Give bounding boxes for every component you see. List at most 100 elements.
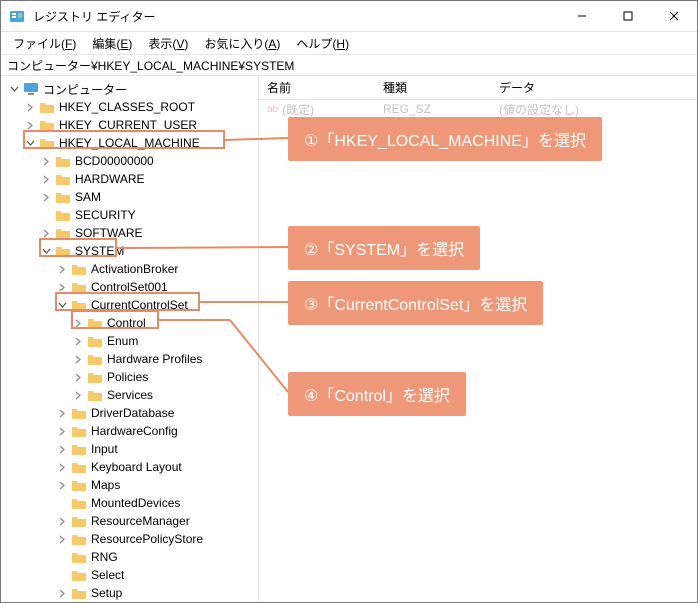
tree-item-hklm[interactable]: HKEY_LOCAL_MACHINE xyxy=(3,134,256,152)
chevron-right-icon[interactable] xyxy=(71,391,85,400)
tree-item-control[interactable]: Control xyxy=(3,314,256,332)
chevron-right-icon[interactable] xyxy=(55,589,69,598)
chevron-down-icon[interactable] xyxy=(39,247,53,256)
tree-item-enum[interactable]: Enum xyxy=(3,332,256,350)
chevron-right-icon[interactable] xyxy=(55,427,69,436)
tree-item-mounteddevices[interactable]: MountedDevices xyxy=(3,494,256,512)
titlebar[interactable]: レジストリ エディター xyxy=(1,1,697,32)
tree-item-keyboardlayout[interactable]: Keyboard Layout xyxy=(3,458,256,476)
chevron-right-icon[interactable] xyxy=(55,265,69,274)
folder-icon xyxy=(71,586,87,600)
tree-item-controlset001[interactable]: ControlSet001 xyxy=(3,278,256,296)
window-title: レジストリ エディター xyxy=(33,8,559,25)
tree-root[interactable]: コンピューター xyxy=(3,80,256,98)
chevron-right-icon[interactable] xyxy=(39,175,53,184)
menu-edit[interactable]: 編集(E) xyxy=(84,33,140,54)
tree-item-sam[interactable]: SAM xyxy=(3,188,256,206)
tree-label: ResourcePolicyStore xyxy=(91,532,203,546)
folder-icon xyxy=(71,496,87,510)
tree-item-rng[interactable]: RNG xyxy=(3,548,256,566)
chevron-right-icon[interactable] xyxy=(23,121,37,130)
folder-icon xyxy=(71,550,87,564)
chevron-right-icon[interactable] xyxy=(55,481,69,490)
tree-item-resourcemanager[interactable]: ResourceManager xyxy=(3,512,256,530)
menu-file[interactable]: ファイル(F) xyxy=(5,33,84,54)
chevron-right-icon[interactable] xyxy=(39,193,53,202)
tree-label: DriverDatabase xyxy=(91,406,174,420)
tree-label: HKEY_CURRENT_USER xyxy=(59,118,197,132)
chevron-down-icon[interactable] xyxy=(55,301,69,310)
tree-item-driverdatabase[interactable]: DriverDatabase xyxy=(3,404,256,422)
chevron-right-icon[interactable] xyxy=(71,319,85,328)
close-button[interactable] xyxy=(651,1,697,31)
tree-label: MountedDevices xyxy=(91,496,180,510)
chevron-right-icon[interactable] xyxy=(71,355,85,364)
tree-item-maps[interactable]: Maps xyxy=(3,476,256,494)
chevron-right-icon[interactable] xyxy=(55,517,69,526)
chevron-right-icon[interactable] xyxy=(23,103,37,112)
folder-icon xyxy=(39,100,55,114)
tree-label: Policies xyxy=(107,370,148,384)
tree-item-hardwareconfig[interactable]: HardwareConfig xyxy=(3,422,256,440)
folder-icon xyxy=(71,424,87,438)
tree-item-hardware[interactable]: HARDWARE xyxy=(3,170,256,188)
col-header-name[interactable]: 名前 xyxy=(259,79,375,96)
chevron-down-icon[interactable] xyxy=(23,139,37,148)
chevron-right-icon[interactable] xyxy=(39,157,53,166)
chevron-right-icon[interactable] xyxy=(55,535,69,544)
tree-item-currentcontrolset[interactable]: CurrentControlSet xyxy=(3,296,256,314)
menu-help[interactable]: ヘルプ(H) xyxy=(288,33,357,54)
chevron-right-icon[interactable] xyxy=(55,283,69,292)
col-header-data[interactable]: データ xyxy=(491,79,697,96)
folder-icon xyxy=(71,568,87,582)
tree-label: Setup xyxy=(91,586,122,600)
tree-item-hkcr[interactable]: HKEY_CLASSES_ROOT xyxy=(3,98,256,116)
tree-panel[interactable]: コンピューター HKEY_CLASSES_ROOT HKEY_CURRENT_U… xyxy=(1,76,259,602)
computer-icon xyxy=(23,82,39,96)
folder-icon xyxy=(71,442,87,456)
chevron-right-icon[interactable] xyxy=(55,445,69,454)
chevron-right-icon[interactable] xyxy=(71,373,85,382)
maximize-button[interactable] xyxy=(605,1,651,31)
minimize-button[interactable] xyxy=(559,1,605,31)
tree-item-policies[interactable]: Policies xyxy=(3,368,256,386)
col-header-type[interactable]: 種類 xyxy=(375,79,491,96)
chevron-right-icon[interactable] xyxy=(71,337,85,346)
chevron-down-icon[interactable] xyxy=(7,85,21,94)
tree-item-resourcepolicystore[interactable]: ResourcePolicyStore xyxy=(3,530,256,548)
tree-item-security[interactable]: SECURITY xyxy=(3,206,256,224)
window-controls xyxy=(559,1,697,31)
tree-item-system[interactable]: SYSTEM xyxy=(3,242,256,260)
folder-icon xyxy=(55,190,71,204)
tree-item-bcd[interactable]: BCD00000000 xyxy=(3,152,256,170)
tree-item-services[interactable]: Services xyxy=(3,386,256,404)
tree-label: ControlSet001 xyxy=(91,280,168,294)
menu-view[interactable]: 表示(V) xyxy=(140,33,196,54)
string-value-icon: ab xyxy=(267,104,278,115)
folder-icon xyxy=(55,226,71,240)
tree-item-setup[interactable]: Setup xyxy=(3,584,256,602)
chevron-right-icon[interactable] xyxy=(39,229,53,238)
menu-favorites[interactable]: お気に入り(A) xyxy=(196,33,288,54)
tree-label: Maps xyxy=(91,478,120,492)
list-header: 名前 種類 データ xyxy=(259,76,697,100)
folder-icon xyxy=(71,478,87,492)
folder-icon xyxy=(71,406,87,420)
tree-item-select[interactable]: Select xyxy=(3,566,256,584)
chevron-right-icon[interactable] xyxy=(55,409,69,418)
callout-2: ②「SYSTEM」を選択 xyxy=(288,226,480,270)
tree-item-hkcu[interactable]: HKEY_CURRENT_USER xyxy=(3,116,256,134)
folder-icon xyxy=(55,208,71,222)
chevron-right-icon[interactable] xyxy=(55,463,69,472)
tree-item-activationbroker[interactable]: ActivationBroker xyxy=(3,260,256,278)
tree-label: Control xyxy=(107,316,146,330)
folder-icon xyxy=(39,118,55,132)
tree-label: ResourceManager xyxy=(91,514,190,528)
tree-label: HKEY_CLASSES_ROOT xyxy=(59,100,195,114)
addressbar[interactable]: コンピューター¥HKEY_LOCAL_MACHINE¥SYSTEM xyxy=(1,54,697,76)
list-row[interactable]: ab(既定) REG_SZ (値の設定なし) xyxy=(259,100,697,118)
tree-item-input[interactable]: Input xyxy=(3,440,256,458)
tree-label: SAM xyxy=(75,190,101,204)
tree-item-hardwareprofiles[interactable]: Hardware Profiles xyxy=(3,350,256,368)
tree-item-software[interactable]: SOFTWARE xyxy=(3,224,256,242)
